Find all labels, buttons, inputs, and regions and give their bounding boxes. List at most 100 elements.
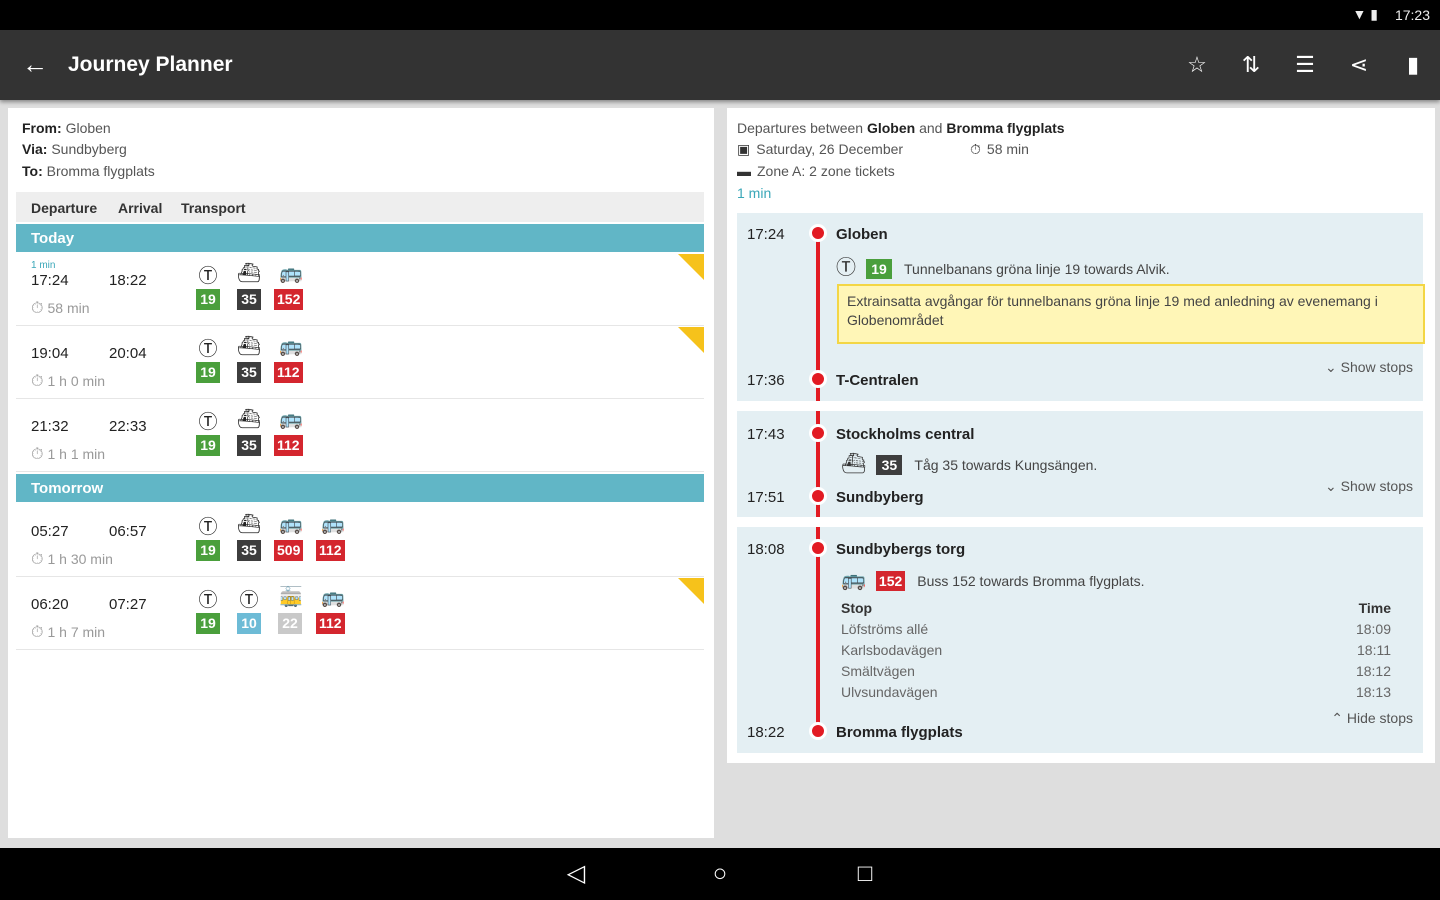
stop-time: 17:51 [747, 489, 785, 506]
toolbar-title: Journey Planner [68, 53, 233, 76]
query-to: To: Bromma flygplats [22, 163, 155, 179]
stop-time: 18:08 [747, 541, 785, 558]
line-badge: 112 [274, 362, 303, 383]
calendar-icon: ▣ [737, 141, 751, 157]
share-icon[interactable]: ⋖ [1342, 48, 1376, 82]
nav-recents-icon[interactable]: □ [845, 858, 885, 890]
bus-icon: 🚌 [279, 514, 303, 535]
departure-time: 19:04 [31, 345, 69, 362]
stop-dot [809, 224, 827, 242]
line-badge: 19 [196, 613, 220, 634]
departure-time: 17:24 [31, 272, 69, 289]
query-from: From: Globen [22, 120, 111, 136]
stop-name: Sundbybergs torg [836, 541, 966, 558]
bus-icon: 🚌 [279, 409, 303, 430]
stop-name: Globen [836, 226, 888, 243]
stop-time: 17:36 [747, 372, 785, 389]
line-badge: 19 [196, 362, 220, 383]
nav-home-icon[interactable]: ○ [700, 858, 740, 890]
hide-stops-toggle[interactable]: ⌃ Hide stops [1331, 710, 1413, 727]
nav-back-icon[interactable]: ◁ [556, 858, 596, 890]
back-arrow-icon[interactable]: ← [22, 50, 48, 78]
system-nav-bar: ◁ ○ □ [0, 848, 1440, 900]
status-time: 17:23 [1394, 7, 1430, 23]
line-badge: 35 [876, 455, 903, 475]
bus-icon: 🚌 [841, 569, 866, 591]
query-via: Via: Sundbyberg [22, 141, 127, 157]
disruption-alert: Extrainsatta avgångar för tunnelbanans g… [837, 284, 1425, 344]
col-departure[interactable]: Departure [31, 200, 97, 216]
line-badge: 35 [237, 540, 261, 561]
timer-icon: ⏱ [31, 300, 44, 317]
stop-name: T-Centralen [836, 372, 919, 389]
show-stops-toggle[interactable]: ⌄ Show stops [1325, 359, 1413, 376]
day-header-tomorrow: Tomorrow [16, 474, 704, 502]
metro-icon: Ⓣ [198, 339, 218, 360]
trip-row[interactable]: 06:20 07:27 ⏱ 1 h 7 min Ⓣ Ⓣ 🚋 🚌 19 10 22 … [16, 578, 704, 650]
filter-list-icon[interactable]: ☰ [1288, 48, 1322, 82]
stops-table: Stop Time Löfströms allé 18:09 Karlsbodavä… [841, 600, 1391, 705]
star-icon[interactable]: ☆ [1180, 48, 1214, 82]
stop-time: 18:22 [747, 724, 785, 741]
stop-row: Löfströms allé 18:09 [841, 621, 1391, 637]
stop-dot [809, 370, 827, 388]
status-bar: ▼▮ 17:23 [0, 0, 1440, 30]
line-badge: 112 [316, 540, 345, 561]
arrival-time: 06:57 [109, 523, 147, 540]
col-transport[interactable]: Transport [181, 200, 246, 216]
stop-name: Stockholms central [836, 426, 975, 443]
line-badge: 35 [237, 435, 261, 456]
stop-name: Bromma flygplats [836, 724, 963, 741]
line-badge: 19 [196, 289, 220, 310]
leg-card: 17:43 Stockholms central ⛴ 35 Tåg 35 towar… [737, 411, 1423, 517]
metro-icon: Ⓣ [198, 266, 218, 287]
detail-zone: ▬ Zone A: 2 zone tickets [737, 163, 895, 179]
countdown: 1 min [31, 260, 56, 271]
tram-icon: 🚋 [279, 587, 303, 608]
app-toolbar: ← Journey Planner ☆ ⇅ ☰ ⋖ ▮ [0, 30, 1440, 100]
show-stops-toggle[interactable]: ⌄ Show stops [1325, 478, 1413, 495]
trip-list-pane: From: Globen Via: Sundbyberg To: Bromma … [8, 108, 714, 838]
stop-time: 17:24 [747, 226, 785, 243]
leg-card: 17:24 Globen Ⓣ 19 Tunnelbanans gröna linje… [737, 213, 1425, 401]
trip-detail-pane: Departures between Globen and Bromma fly… [727, 108, 1435, 763]
arrival-time: 07:27 [109, 596, 147, 613]
arrival-time: 18:22 [109, 272, 147, 289]
map-icon[interactable]: ▮ [1396, 48, 1430, 82]
metro-icon: Ⓣ [239, 590, 259, 611]
duration: ⏱ 1 h 30 min [31, 551, 113, 568]
col-arrival[interactable]: Arrival [118, 200, 162, 216]
trip-row[interactable]: 21:32 22:33 ⏱ 1 h 1 min Ⓣ ⛴ 🚌 19 35 112 [16, 400, 704, 472]
trip-row[interactable]: 19:04 20:04 ⏱ 1 h 0 min Ⓣ ⛴ 🚌 19 35 112 [16, 327, 704, 399]
metro-icon: Ⓣ [836, 257, 856, 279]
trip-row[interactable]: 05:27 06:57 ⏱ 1 h 30 min Ⓣ ⛴ 🚌 🚌 19 35 50… [16, 505, 704, 577]
duration: ⏱ 1 h 1 min [31, 446, 106, 463]
departure-time: 06:20 [31, 596, 69, 613]
ferry-icon: ⛴ [841, 453, 867, 475]
warning-corner-icon [678, 578, 704, 604]
departure-time: 05:27 [31, 523, 69, 540]
arrival-time: 20:04 [109, 345, 147, 362]
line-badge: 22 [278, 613, 302, 634]
timer-icon: ⏱ [31, 373, 44, 390]
metro-icon: Ⓣ [198, 517, 218, 538]
detail-duration: ⏱ 58 min [970, 141, 1029, 157]
timer-icon: ⏱ [970, 141, 981, 157]
bus-icon: 🚌 [321, 587, 345, 608]
warning-corner-icon [678, 254, 704, 280]
trip-table-header: Departure Arrival Transport [16, 192, 704, 222]
stop-row: Ulvsundavägen 18:13 [841, 684, 1391, 700]
duration: ⏱ 1 h 0 min [31, 373, 106, 390]
line-badge: 10 [237, 613, 261, 634]
stop-dot [809, 424, 827, 442]
swap-direction-icon[interactable]: ⇅ [1234, 48, 1268, 82]
detail-countdown: 1 min [737, 185, 772, 201]
trip-row[interactable]: 1 min 17:24 18:22 ⏱ 58 min Ⓣ ⛴ 🚌 19 35 15… [16, 254, 704, 326]
stop-row: Smältvägen 18:12 [841, 663, 1391, 679]
line-badge: 35 [237, 289, 261, 310]
ferry-icon: ⛴ [236, 263, 262, 284]
duration: ⏱ 1 h 7 min [31, 624, 106, 641]
line-badge: 509 [274, 540, 304, 561]
line-info: 🚌 152 Buss 152 towards Bromma flygplats. [841, 569, 1145, 591]
ferry-icon: ⛴ [236, 409, 262, 430]
